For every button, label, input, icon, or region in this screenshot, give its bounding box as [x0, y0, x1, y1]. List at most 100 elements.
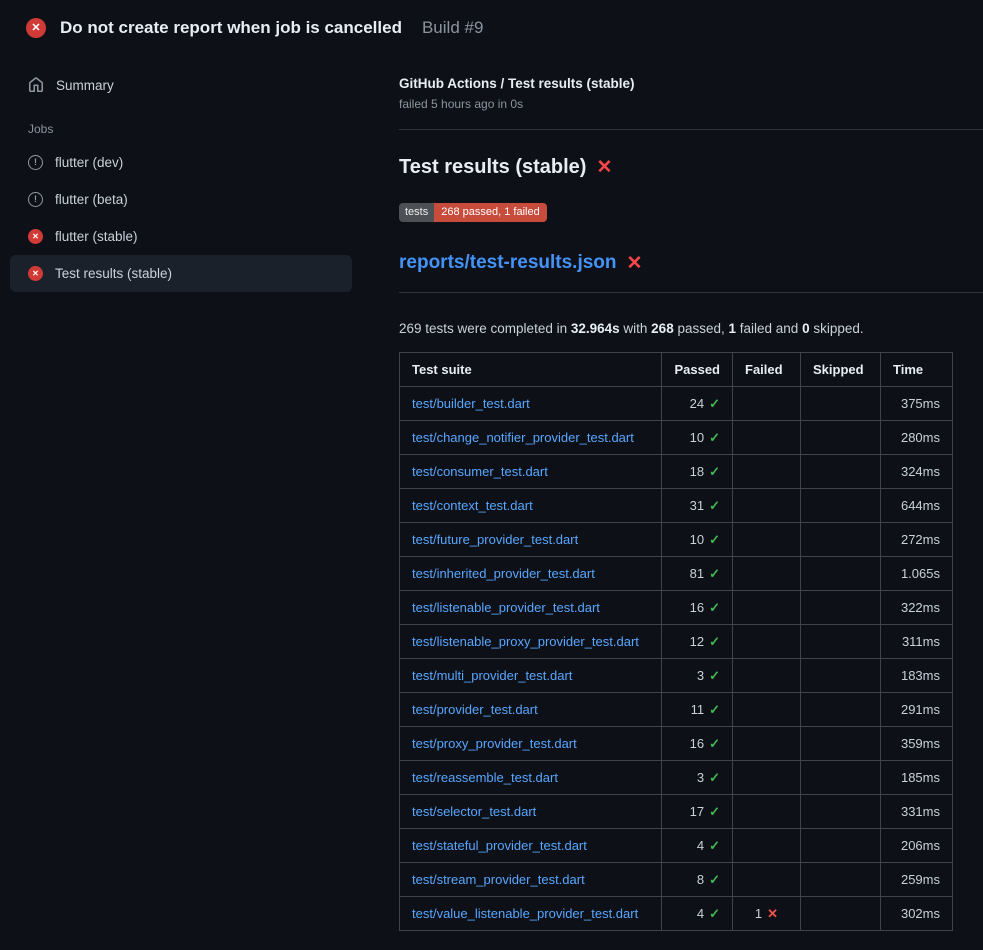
passed-cell: 8✓ [662, 863, 733, 897]
test-suite-link[interactable]: test/proxy_provider_test.dart [412, 736, 577, 751]
test-results-table: Test suite Passed Failed Skipped Time te… [399, 352, 953, 931]
table-row: test/value_listenable_provider_test.dart… [400, 897, 953, 931]
suite-cell: test/change_notifier_provider_test.dart [400, 421, 662, 455]
skipped-cell [801, 523, 881, 557]
passed-count: 4 [697, 838, 704, 853]
table-row: test/context_test.dart31✓644ms [400, 489, 953, 523]
check-icon: ✓ [709, 804, 720, 819]
main-content: GitHub Actions / Test results (stable) f… [372, 52, 983, 931]
test-suite-link[interactable]: test/consumer_test.dart [412, 464, 548, 479]
header-skipped: Skipped [801, 353, 881, 387]
passed-cell: 81✓ [662, 557, 733, 591]
passed-count: 16 [690, 600, 704, 615]
skipped-cell [801, 863, 881, 897]
test-suite-link[interactable]: test/change_notifier_provider_test.dart [412, 430, 634, 445]
test-suite-link[interactable]: test/inherited_provider_test.dart [412, 566, 595, 581]
summary-duration: 32.964s [571, 321, 620, 336]
table-row: test/selector_test.dart17✓331ms [400, 795, 953, 829]
time-cell: 280ms [881, 421, 953, 455]
time-cell: 259ms [881, 863, 953, 897]
sidebar-item-flutter-dev[interactable]: ! flutter (dev) [10, 144, 352, 181]
home-icon [28, 77, 44, 93]
run-meta: failed 5 hours ago in 0s [399, 97, 983, 111]
sidebar-item-test-results-stable[interactable]: ✕ Test results (stable) [10, 255, 352, 292]
summary-line: 269 tests were completed in 32.964s with… [399, 321, 983, 336]
table-row: test/stateful_provider_test.dart4✓206ms [400, 829, 953, 863]
passed-count: 11 [691, 702, 705, 717]
page-title: Do not create report when job is cancell… [60, 18, 402, 38]
check-icon: ✓ [709, 532, 720, 547]
skipped-cell [801, 421, 881, 455]
passed-count: 10 [690, 532, 704, 547]
table-row: test/stream_provider_test.dart 8✓ 259ms [400, 863, 953, 897]
test-suite-link[interactable]: test/reassemble_test.dart [412, 770, 558, 785]
check-icon: ✓ [709, 430, 720, 445]
table-row: test/listenable_proxy_provider_test.dart… [400, 625, 953, 659]
passed-count: 17 [690, 804, 704, 819]
test-suite-link[interactable]: test/listenable_provider_test.dart [412, 600, 600, 615]
check-icon: ✓ [709, 600, 720, 615]
time-cell: 185ms [881, 761, 953, 795]
test-suite-link[interactable]: test/context_test.dart [412, 498, 533, 513]
divider [399, 129, 983, 130]
failed-cell [733, 863, 801, 897]
report-file-link[interactable]: reports/test-results.json [399, 252, 617, 274]
time-cell: 291ms [881, 693, 953, 727]
skipped-cell [801, 455, 881, 489]
test-suite-link[interactable]: test/builder_test.dart [412, 396, 530, 411]
sidebar-job-label: flutter (beta) [55, 192, 128, 207]
failed-cell [733, 591, 801, 625]
sidebar-item-summary[interactable]: Summary [10, 66, 352, 104]
passed-cell: 24✓ [662, 387, 733, 421]
failed-cell [733, 557, 801, 591]
test-suite-link[interactable]: test/future_provider_test.dart [412, 532, 578, 547]
passed-count: 8 [697, 872, 704, 887]
passed-count: 24 [690, 396, 704, 411]
suite-cell: test/consumer_test.dart [400, 455, 662, 489]
test-suite-link[interactable]: test/selector_test.dart [412, 804, 536, 819]
summary-failed-count: 1 [729, 321, 737, 336]
build-number: Build #9 [422, 18, 483, 38]
test-suite-link[interactable]: test/provider_test.dart [412, 702, 538, 717]
test-suite-link[interactable]: test/listenable_proxy_provider_test.dart [412, 634, 639, 649]
suite-cell: test/stateful_provider_test.dart [400, 829, 662, 863]
table-row: test/reassemble_test.dart3✓185ms [400, 761, 953, 795]
failed-cell [733, 761, 801, 795]
suite-cell: test/future_provider_test.dart [400, 523, 662, 557]
time-cell: 324ms [881, 455, 953, 489]
suite-cell: test/inherited_provider_test.dart [400, 557, 662, 591]
test-results-table-body: test/builder_test.dart24✓375mstest/chang… [400, 387, 953, 931]
failed-cross-icon: ✕ [596, 158, 612, 177]
test-suite-link[interactable]: test/multi_provider_test.dart [412, 668, 572, 683]
breadcrumb: GitHub Actions / Test results (stable) [399, 76, 983, 91]
skipped-cell [801, 795, 881, 829]
skipped-cell [801, 591, 881, 625]
passed-cell: 16 ✓ [662, 591, 733, 625]
time-cell: 644ms [881, 489, 953, 523]
summary-passed-count: 268 [651, 321, 674, 336]
test-suite-link[interactable]: test/value_listenable_provider_test.dart [412, 906, 638, 921]
passed-count: 3 [697, 770, 704, 785]
badge-value: 268 passed, 1 failed [434, 203, 546, 222]
passed-cell: 17 ✓ [662, 795, 733, 829]
test-suite-link[interactable]: test/stateful_provider_test.dart [412, 838, 587, 853]
failed-cell: 1✕ [733, 897, 801, 931]
skipped-cell [801, 897, 881, 931]
skipped-cell [801, 489, 881, 523]
sidebar-item-flutter-beta[interactable]: ! flutter (beta) [10, 181, 352, 218]
check-title: Test results (stable) [399, 156, 586, 179]
passed-count: 12 [690, 634, 704, 649]
passed-cell: 12✓ [662, 625, 733, 659]
divider [399, 292, 983, 293]
failed-count: 1 [755, 906, 762, 921]
suite-cell: test/builder_test.dart [400, 387, 662, 421]
suite-cell: test/multi_provider_test.dart [400, 659, 662, 693]
skipped-cell [801, 829, 881, 863]
sidebar-item-flutter-stable[interactable]: ✕ flutter (stable) [10, 218, 352, 255]
header-time: Time [881, 353, 953, 387]
suite-cell: test/listenable_provider_test.dart [400, 591, 662, 625]
skipped-cell [801, 659, 881, 693]
passed-count: 10 [690, 430, 704, 445]
test-suite-link[interactable]: test/stream_provider_test.dart [412, 872, 585, 887]
time-cell: 302ms [881, 897, 953, 931]
